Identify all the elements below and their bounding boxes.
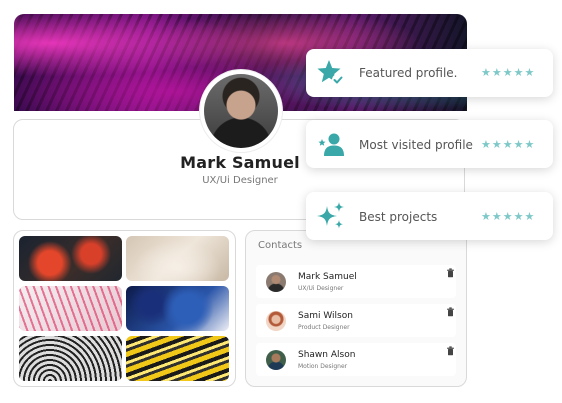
contact-row[interactable]: [256, 304, 456, 337]
badge-label: Featured profile.: [359, 66, 458, 80]
contact-row[interactable]: [256, 343, 456, 376]
trash-icon[interactable]: [446, 346, 455, 356]
badge-label: Most visited profile: [359, 138, 473, 152]
contact-avatar: [266, 350, 286, 370]
star-check-icon: [317, 60, 344, 86]
profile-role: UX/Ui Designer: [202, 175, 278, 186]
star-rating: ★★★★★: [481, 138, 536, 151]
gallery-thumbnail[interactable]: [19, 336, 122, 381]
contact-name: Shawn Alson: [298, 350, 356, 360]
contact-avatar: [266, 311, 286, 331]
trash-icon[interactable]: [446, 268, 455, 278]
contact-role: UX/Ui Designer: [298, 285, 344, 292]
users-icon: [318, 133, 344, 156]
gallery-thumbnail[interactable]: [19, 286, 122, 331]
badge-label: Best projects: [359, 210, 438, 224]
gallery-thumbnail[interactable]: [19, 236, 122, 281]
sparkles-icon: [317, 202, 344, 229]
contact-role: Product Designer: [298, 324, 350, 331]
gallery-thumbnail[interactable]: [126, 236, 229, 281]
star-rating: ★★★★★: [481, 210, 536, 223]
contact-name: Mark Samuel: [298, 272, 357, 282]
contacts-title: Contacts: [258, 240, 303, 251]
star-rating: ★★★★★: [481, 66, 536, 79]
contact-name: Sami Wilson: [298, 311, 353, 321]
contact-avatar: [266, 272, 286, 292]
contact-role: Motion Designer: [298, 363, 348, 370]
gallery-thumbnail[interactable]: [126, 286, 229, 331]
profile-avatar[interactable]: [204, 74, 278, 148]
trash-icon[interactable]: [446, 307, 455, 317]
gallery-thumbnail[interactable]: [126, 336, 229, 381]
